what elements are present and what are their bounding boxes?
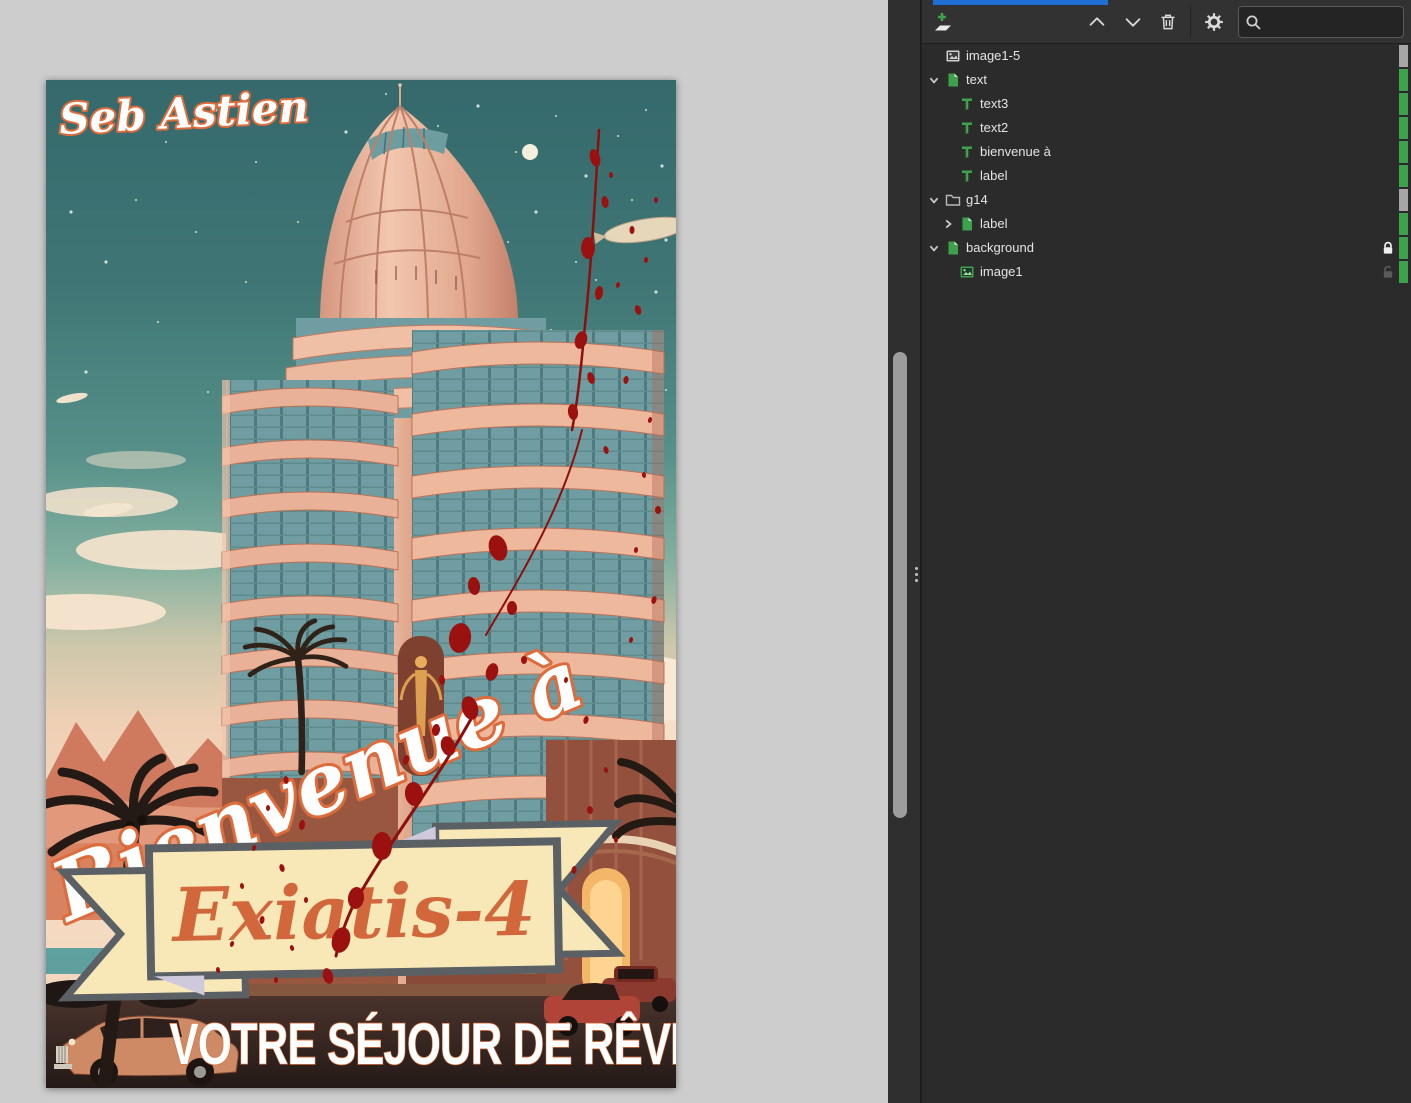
move-down-button[interactable] [1119,8,1147,36]
highlight-strip[interactable] [1399,141,1408,163]
layer-search-box[interactable] [1238,6,1404,38]
toolbar-separator [1190,6,1191,38]
move-up-icon [1089,17,1105,26]
moon [522,144,538,160]
layer-tree: image1-5 text text3 text2 bienvenue à la… [922,44,1411,1103]
layer-icon [945,240,961,256]
highlight-strip[interactable] [1399,237,1408,259]
chevron-right-icon[interactable] [942,218,954,230]
highlight-strip[interactable] [1399,165,1408,187]
layer-label: text2 [980,120,1009,135]
new-layer-button[interactable] [930,8,958,36]
poster-artwork: Seb Astien Bienvenue à Exiatis-4 VOTRE S… [46,80,676,1088]
layer-row-text2[interactable]: text2 [922,116,1411,140]
highlight-strip[interactable] [1399,69,1408,91]
layer-label: text3 [980,96,1009,111]
layer-row-text[interactable]: text [922,68,1411,92]
text-icon [959,120,975,136]
layer-row-background[interactable]: background [922,236,1411,260]
objects-panel: image1-5 text text3 text2 bienvenue à la… [922,0,1411,1103]
active-tab-indicator [933,0,1108,5]
layer-row-g14[interactable]: g14 [922,188,1411,212]
panel-resize-handle[interactable] [915,567,918,582]
image-icon [959,264,975,280]
layer-search-input[interactable] [1267,13,1397,31]
settings-button[interactable] [1200,8,1228,36]
trash-icon [1161,14,1175,30]
chevron-down-icon[interactable] [928,194,940,206]
highlight-strip[interactable] [1399,189,1408,211]
text-icon [959,144,975,160]
layer-label: g14 [966,192,988,207]
banner-ribbon[interactable]: Exiatis-4 [55,819,626,1002]
new-layer-icon [935,13,951,31]
layer-row-image1-5[interactable]: image1-5 [922,44,1411,68]
application-window: Seb Astien Bienvenue à Exiatis-4 VOTRE S… [0,0,1411,1103]
canvas-scroll-strip [888,0,922,1103]
layer-row-label-layer[interactable]: label [922,212,1411,236]
image-icon [945,48,961,64]
layer-icon [959,216,975,232]
text-icon [959,96,975,112]
objects-toolbar [922,0,1411,44]
search-icon [1246,15,1261,30]
highlight-strip[interactable] [1399,117,1408,139]
lock-icon[interactable] [1380,240,1396,256]
delete-button[interactable] [1154,8,1182,36]
layer-row-image1[interactable]: image1 [922,260,1411,284]
layer-label: bienvenue à [980,144,1051,159]
move-up-button[interactable] [1083,8,1111,36]
layer-label: image1-5 [966,48,1021,63]
chevron-down-icon[interactable] [928,74,940,86]
highlight-strip[interactable] [1399,93,1408,115]
highlight-strip[interactable] [1399,261,1408,283]
poster-tagline-text[interactable]: VOTRE SÉJOUR DE RÊVE [169,1010,676,1077]
highlight-strip[interactable] [1399,213,1408,235]
gear-icon [1205,13,1223,31]
layer-row-bienvenue[interactable]: bienvenue à [922,140,1411,164]
layer-label: label [980,168,1008,183]
layer-label: label [980,216,1008,231]
layer-label: image1 [980,264,1023,279]
highlight-strip[interactable] [1399,45,1408,67]
canvas-vertical-scrollbar[interactable] [893,352,907,818]
group-folder-icon [945,192,961,208]
text-icon [959,168,975,184]
canvas-area[interactable]: Seb Astien Bienvenue à Exiatis-4 VOTRE S… [0,0,888,1103]
chevron-down-icon[interactable] [928,242,940,254]
layer-label: background [966,240,1034,255]
poster-canvas[interactable]: Seb Astien Bienvenue à Exiatis-4 VOTRE S… [46,80,676,1088]
layer-icon [945,72,961,88]
move-down-icon [1125,18,1141,27]
unlock-icon[interactable] [1380,264,1396,280]
poster-destination-text[interactable]: Exiatis-4 [170,867,536,959]
layer-row-label-text[interactable]: label [922,164,1411,188]
layer-label: text [966,72,987,87]
layer-row-text3[interactable]: text3 [922,92,1411,116]
